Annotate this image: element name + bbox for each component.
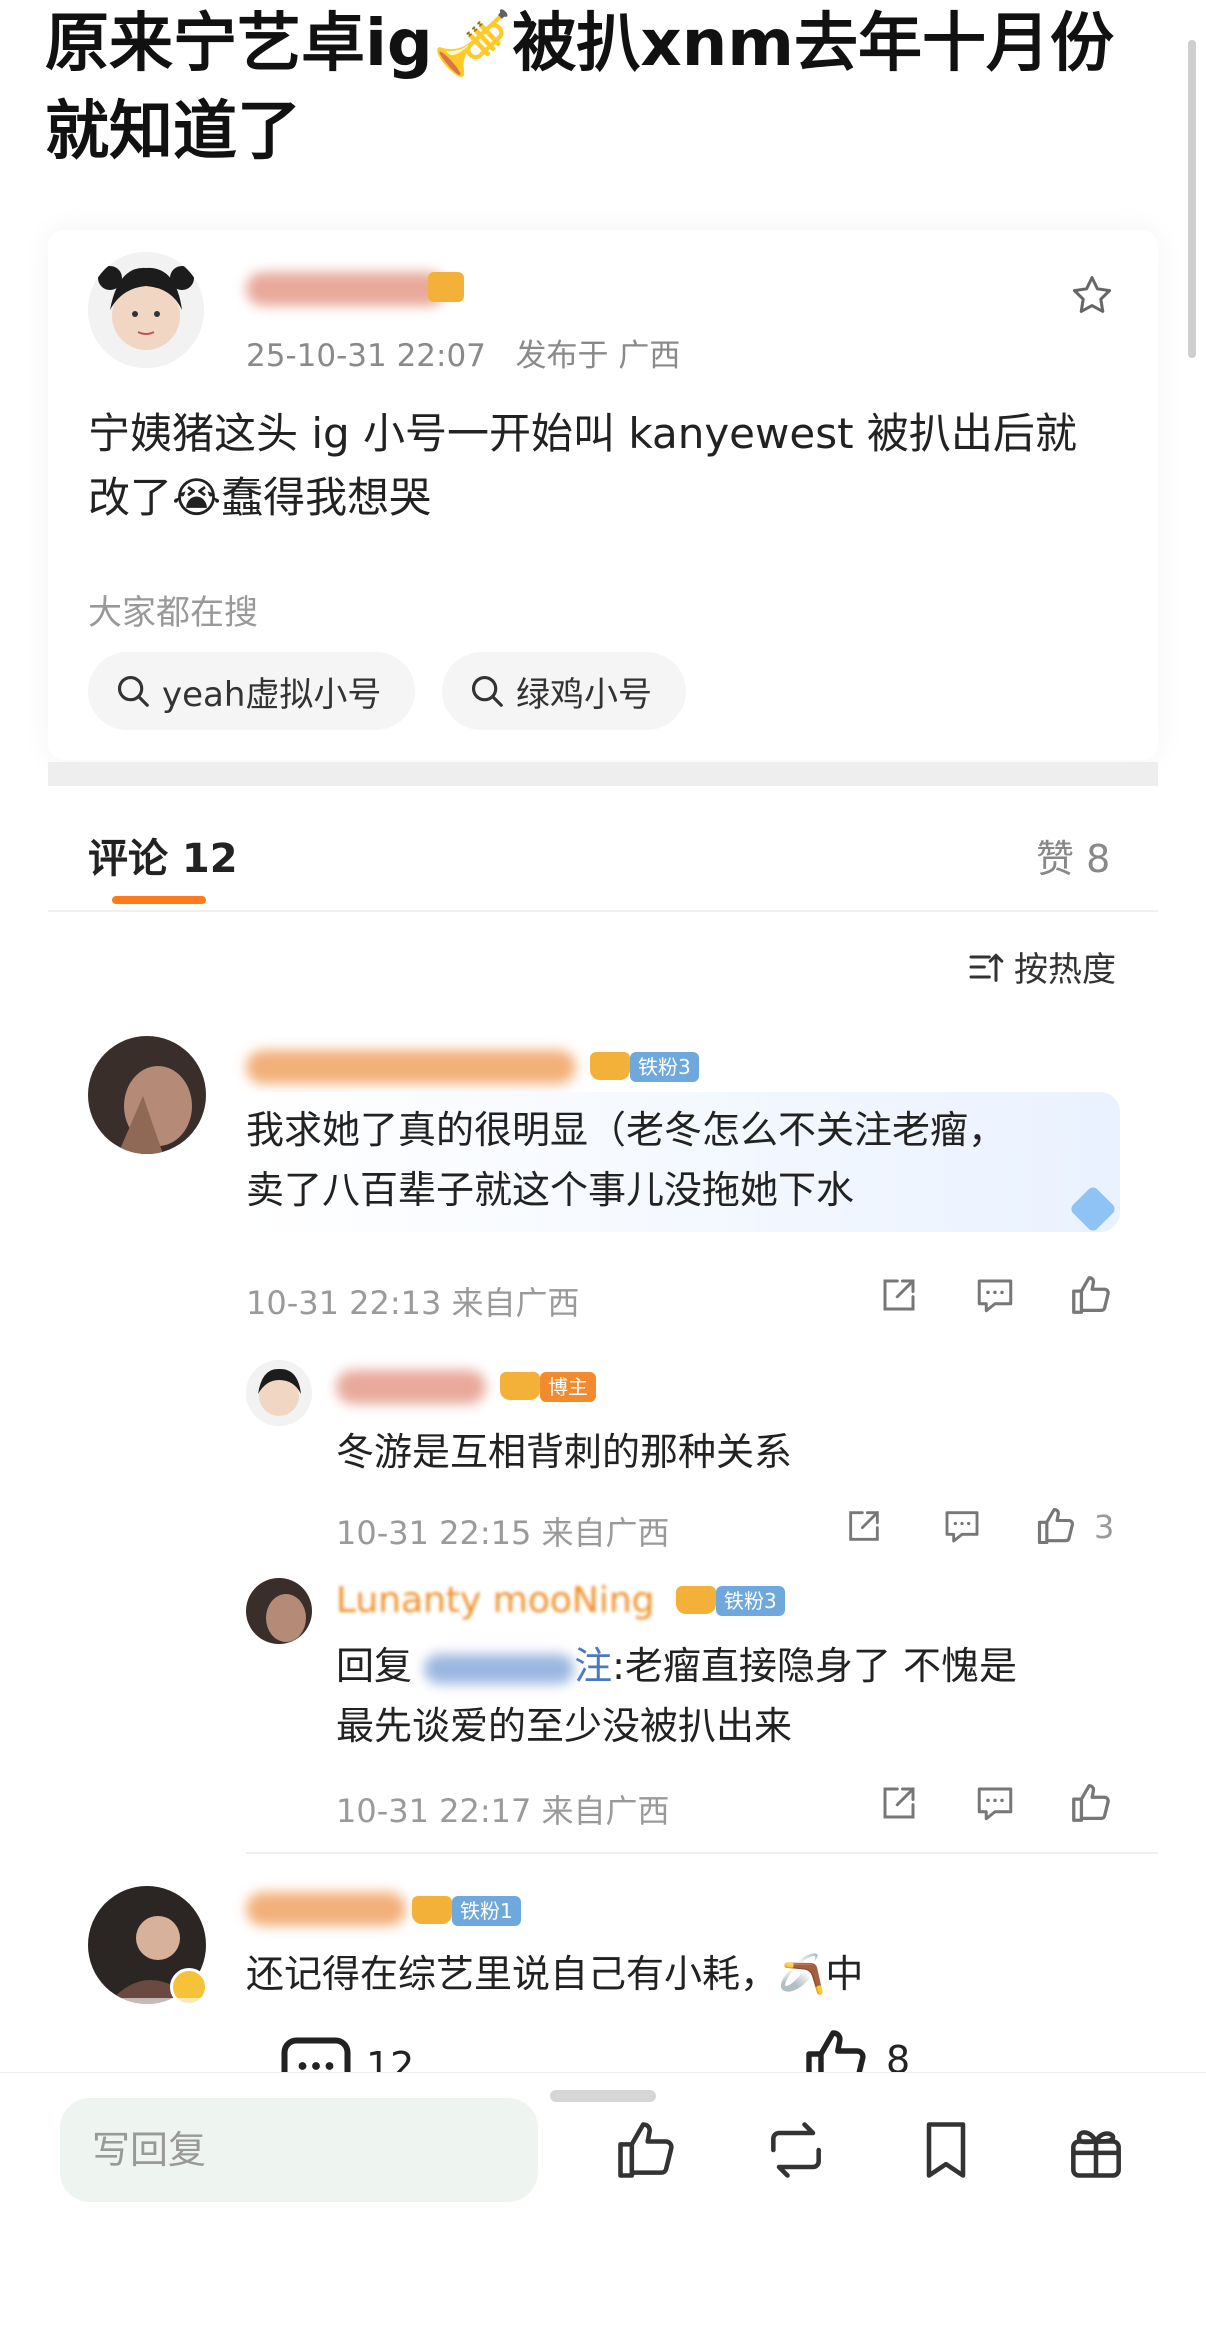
reply-icon[interactable] bbox=[974, 1782, 1016, 1824]
search-icon bbox=[471, 675, 503, 707]
sort-label: 按热度 bbox=[1014, 950, 1116, 990]
blogger-badge: 博主 bbox=[540, 1372, 596, 1402]
commenter-name[interactable] bbox=[246, 1050, 576, 1084]
tabs-divider bbox=[48, 910, 1158, 912]
search-section-label: 大家都在搜 bbox=[88, 593, 258, 633]
search-chip-label: 绿鸡小号 bbox=[516, 674, 652, 715]
crown-icon bbox=[412, 1896, 452, 1924]
search-chip-label: yeah虚拟小号 bbox=[162, 674, 382, 715]
scrollbar[interactable] bbox=[1188, 40, 1196, 358]
fade-overlay bbox=[48, 1998, 1158, 2074]
reply-meta: 10-31 22:15 来自广西 bbox=[336, 1514, 670, 1552]
avatar-illustration bbox=[246, 1360, 312, 1426]
like-icon[interactable] bbox=[1068, 1780, 1114, 1826]
crown-icon bbox=[428, 272, 464, 302]
comment-text: 我求她了真的很明显（老冬怎么不关注老瘤， 卖了八百辈子就这个事儿没拖她下水 bbox=[246, 1100, 1146, 1220]
comment-text-line: 卖了八百辈子就这个事儿没拖她下水 bbox=[246, 1168, 855, 1212]
like-icon[interactable] bbox=[612, 2116, 680, 2184]
share-icon[interactable] bbox=[844, 1506, 884, 1546]
reply-author-name[interactable]: Lunanty mooNing bbox=[336, 1580, 655, 1621]
sort-button[interactable]: 按热度 bbox=[966, 942, 1116, 991]
sort-icon bbox=[969, 952, 1004, 982]
search-chip[interactable]: yeah虚拟小号 bbox=[88, 652, 416, 730]
author-name[interactable] bbox=[246, 272, 446, 306]
tab-comments[interactable]: 评论 12 bbox=[88, 826, 238, 884]
reply-meta: 10-31 22:17 来自广西 bbox=[336, 1792, 670, 1830]
repost-icon[interactable] bbox=[762, 2116, 830, 2184]
fan-badge: 铁粉3 bbox=[630, 1052, 699, 1082]
like-icon[interactable] bbox=[1034, 1504, 1078, 1548]
search-chip[interactable]: 绿鸡小号 bbox=[442, 652, 686, 730]
post-location: 发布于 广西 bbox=[515, 338, 681, 374]
reply-like-count: 3 bbox=[1094, 1508, 1115, 1546]
fan-badge: 铁粉1 bbox=[452, 1896, 521, 1926]
gift-icon[interactable] bbox=[1062, 2116, 1130, 2184]
mentioned-user[interactable] bbox=[424, 1653, 575, 1684]
search-icon bbox=[117, 675, 149, 707]
crown-icon bbox=[500, 1372, 540, 1400]
reply-text: 回复 注:老瘤直接隐身了 不愧是 最先谈爱的至少没被扒出来 bbox=[336, 1636, 1156, 1756]
like-icon[interactable] bbox=[1068, 1272, 1114, 1318]
comment-text: 还记得在综艺里说自己有小耗，🪃中 bbox=[246, 1952, 864, 1996]
share-icon[interactable] bbox=[878, 1274, 920, 1316]
tab-likes[interactable]: 赞 8 bbox=[1036, 828, 1110, 883]
reply-text: 冬游是互相背刺的那种关系 bbox=[336, 1430, 793, 1474]
post-time: 25-10-31 22:07 bbox=[246, 338, 486, 374]
comment-meta: 10-31 22:13 来自广西 bbox=[246, 1284, 580, 1322]
reply-icon[interactable] bbox=[942, 1506, 982, 1546]
mention-tail[interactable]: 注 bbox=[574, 1644, 612, 1688]
avatar-photo bbox=[88, 1036, 206, 1154]
reply-avatar[interactable] bbox=[246, 1360, 312, 1426]
drag-handle[interactable] bbox=[550, 2090, 656, 2102]
reply-icon[interactable] bbox=[974, 1274, 1016, 1316]
tab-active-indicator bbox=[112, 896, 206, 904]
share-icon[interactable] bbox=[878, 1782, 920, 1824]
reply-input[interactable]: 写回复 bbox=[60, 2098, 538, 2202]
comment-text-line: 我求她了真的很明显（老冬怎么不关注老瘤， bbox=[246, 1108, 1007, 1152]
post-text-line: 宁姨猪这头 ig 小号一开始叫 kanyewest 被扒出后就 bbox=[88, 409, 1077, 458]
avatar-illustration bbox=[88, 252, 204, 368]
comment-divider bbox=[246, 1852, 1158, 1854]
reply-avatar[interactable] bbox=[246, 1578, 312, 1644]
reply-prefix: 回复 bbox=[336, 1644, 425, 1688]
reply-text-line: :老瘤直接隐身了 不愧是 bbox=[612, 1644, 1017, 1688]
crown-icon bbox=[676, 1586, 716, 1614]
commenter-avatar[interactable] bbox=[88, 1036, 206, 1154]
post-meta: 25-10-31 22:07 发布于 广西 bbox=[246, 330, 680, 375]
reply-author-name[interactable] bbox=[336, 1370, 486, 1404]
post-text-line: 改了😭蠢得我想哭 bbox=[88, 473, 432, 522]
commenter-name[interactable] bbox=[246, 1892, 406, 1926]
post-title: 原来宁艺卓ig🎺被扒xnm去年十月份就知道了 bbox=[45, 7, 1114, 169]
section-divider bbox=[48, 762, 1158, 786]
fan-badge: 铁粉3 bbox=[716, 1586, 785, 1616]
post-body: 宁姨猪这头 ig 小号一开始叫 kanyewest 被扒出后就 改了😭蠢得我想哭 bbox=[88, 402, 1108, 530]
reply-text-line: 最先谈爱的至少没被扒出来 bbox=[336, 1704, 793, 1748]
star-icon[interactable] bbox=[1068, 272, 1116, 320]
crown-icon bbox=[590, 1052, 630, 1080]
author-avatar[interactable] bbox=[88, 252, 204, 368]
bookmark-icon[interactable] bbox=[912, 2116, 980, 2184]
avatar-photo bbox=[246, 1578, 312, 1644]
